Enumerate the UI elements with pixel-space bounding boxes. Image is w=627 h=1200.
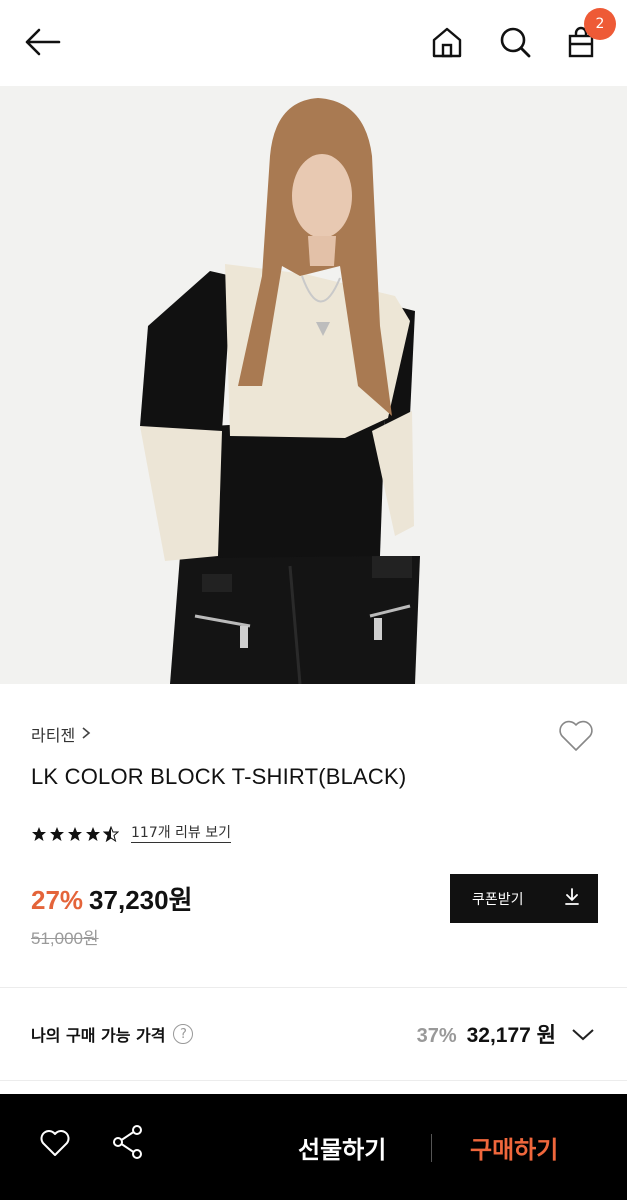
wishlist-heart-icon[interactable] [556,716,596,756]
product-title: LK COLOR BLOCK T-SHIRT(BLACK) [31,764,407,789]
search-icon[interactable] [495,22,535,62]
my-price-value: 37% 32,177 원 [417,1019,556,1049]
product-image[interactable] [0,86,627,684]
star-icon [86,826,100,841]
star-icon [50,826,64,841]
star-icon [68,826,82,841]
home-icon[interactable] [427,22,467,62]
review-link[interactable]: 117개 리뷰 보기 [131,824,232,843]
divider [0,1080,627,1081]
coupon-download-button[interactable]: 쿠폰받기 [450,874,598,923]
discount-rate: 27% [31,885,84,915]
help-icon[interactable]: ? [173,1024,194,1044]
my-price-row[interactable]: 나의 구매 가능 가격 ? 37% 32,177 원 [0,988,627,1080]
brand-name: 라티젠 [31,726,76,745]
price-row: 27% 37,230원 [31,880,193,917]
gift-button[interactable]: 선물하기 [298,1130,386,1165]
star-icon [32,826,46,841]
sale-price: 37,230원 [89,885,193,915]
download-icon [564,888,580,909]
top-header: 2 [0,0,627,86]
share-icon[interactable] [111,1124,145,1160]
bottom-action-bar: 선물하기 구매하기 [0,1094,627,1200]
my-price-discount: 37% [416,1025,457,1047]
heart-icon[interactable] [38,1126,72,1160]
coupon-label: 쿠폰받기 [472,890,524,907]
my-price-label: 나의 구매 가능 가격 [31,1026,166,1045]
chevron-right-icon [81,725,91,744]
rating-row: 117개 리뷰 보기 [31,824,232,843]
brand-link[interactable]: 라티젠 [31,722,91,746]
chevron-down-icon[interactable] [570,1024,596,1044]
divider [431,1134,432,1162]
my-price-amount: 32,177 원 [466,1024,556,1047]
original-price: 51,000원 [31,929,99,948]
half-star-icon [103,825,119,842]
star-rating [31,825,119,842]
cart-count-badge: 2 [584,8,616,40]
back-arrow-icon[interactable] [22,22,62,62]
buy-button[interactable]: 구매하기 [470,1130,558,1165]
